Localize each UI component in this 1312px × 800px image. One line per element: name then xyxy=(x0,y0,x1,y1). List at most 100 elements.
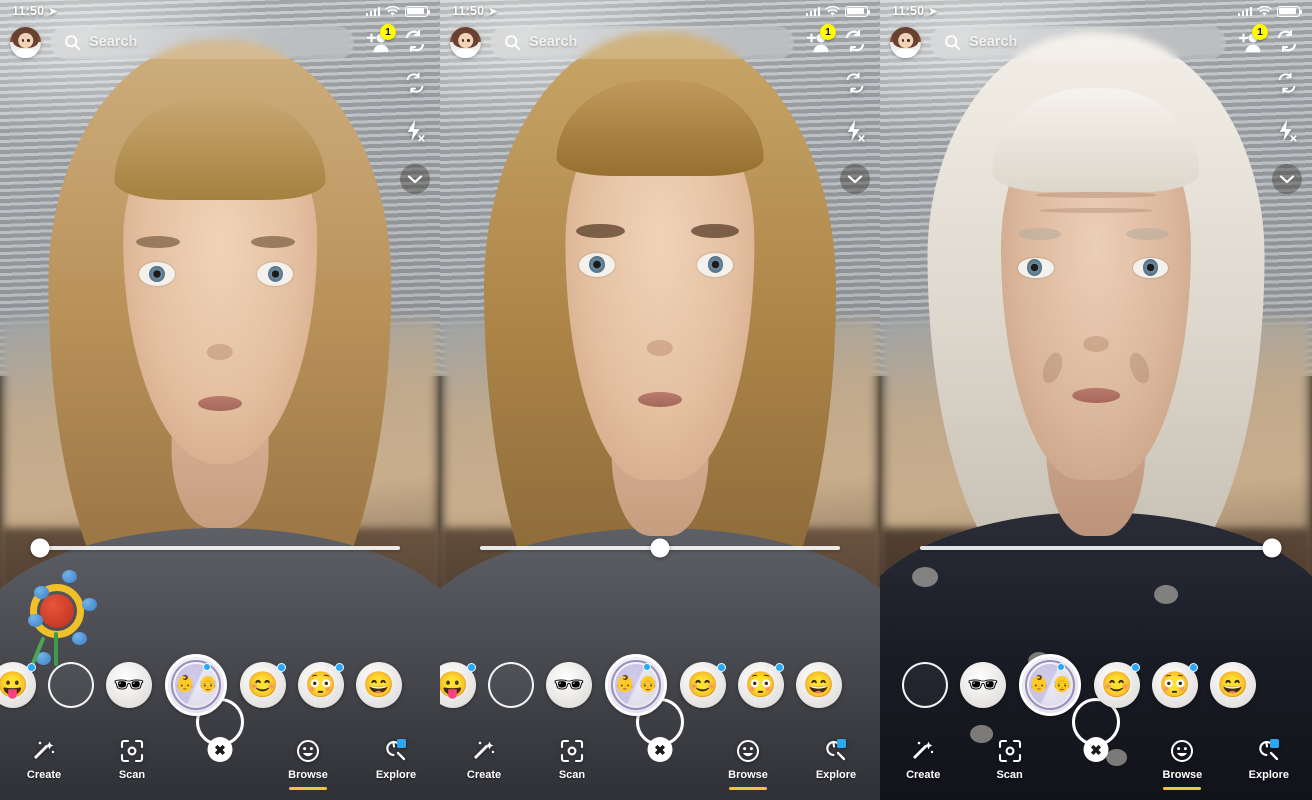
collapse-tools-button[interactable] xyxy=(1272,164,1302,194)
nav-item-explore[interactable]: Explore xyxy=(1226,738,1312,781)
sticker-dot-2 xyxy=(34,586,49,599)
nav-item-create[interactable]: Create xyxy=(440,738,528,781)
nav-item-explore[interactable]: Explore xyxy=(352,738,440,781)
search-input[interactable]: Search xyxy=(490,25,794,59)
lens-happy-face[interactable]: 😄 xyxy=(356,662,402,708)
explore-badge-dot xyxy=(1269,739,1279,748)
flip-camera-button[interactable] xyxy=(402,28,430,56)
flip-camera-button[interactable] xyxy=(1274,28,1302,56)
wifi-icon xyxy=(385,5,400,15)
lens-intensity-slider[interactable] xyxy=(880,536,1312,560)
lens-sunglasses[interactable]: 🕶 xyxy=(106,662,152,708)
slider-thumb[interactable] xyxy=(1262,538,1282,558)
close-lens-button[interactable]: ✖ xyxy=(207,737,233,762)
lens-emoji-faces[interactable]: 😛 xyxy=(440,662,476,708)
lens-none[interactable] xyxy=(488,662,534,708)
lens-intensity-slider[interactable] xyxy=(440,536,880,560)
lens-sunglasses[interactable]: 🕶 xyxy=(546,662,592,708)
nav-item-browse[interactable]: Browse xyxy=(264,738,352,790)
search-placeholder: Search xyxy=(969,34,1018,50)
lens-glyph-young: 👶 xyxy=(1029,676,1049,693)
flash-toggle-button[interactable] xyxy=(400,116,430,146)
close-lens-button[interactable]: ✖ xyxy=(647,737,673,762)
nav-item-browse[interactable]: Browse xyxy=(1139,738,1225,790)
search-input[interactable]: Search xyxy=(50,25,354,59)
nav-label: Scan xyxy=(996,769,1023,781)
search-input[interactable]: Search xyxy=(930,25,1226,59)
avatar[interactable] xyxy=(890,26,921,58)
lens-blush-face[interactable]: 😳 xyxy=(1152,662,1198,708)
new-badge-dot xyxy=(775,663,784,672)
flash-toggle-button[interactable] xyxy=(840,116,870,146)
lens-carousel[interactable]: 😛 🕶 👶 👴 😊 😳 😄 xyxy=(0,648,440,722)
slider-track[interactable] xyxy=(920,538,1282,558)
lens-carousel[interactable]: 😛 🕶 👶 👴 😊 😳 😄 xyxy=(440,648,880,722)
active-tab-underline xyxy=(1163,786,1202,790)
lens-time-machine[interactable]: 👶 👴 xyxy=(165,654,227,716)
nav-label: Scan xyxy=(118,769,146,781)
avatar[interactable] xyxy=(450,26,481,58)
lens-glyph: 😊 xyxy=(687,670,719,699)
add-friend-button[interactable]: 1 xyxy=(1235,24,1268,57)
lens-carousel[interactable]: 🕶 👶 👴 😊 😳 😄 xyxy=(880,648,1312,722)
battery-icon xyxy=(845,5,871,17)
flash-toggle-button[interactable] xyxy=(1272,116,1302,146)
slider-thumb[interactable] xyxy=(30,538,50,558)
lens-baby-face[interactable]: 😊 xyxy=(240,662,286,708)
flash-off-icon xyxy=(1279,119,1297,142)
nav-item-create[interactable]: Create xyxy=(0,738,88,781)
nav-item-scan[interactable]: Scan xyxy=(528,738,616,781)
nav-label: Explore xyxy=(815,769,857,781)
nav-item-scan[interactable]: Scan xyxy=(88,738,176,781)
wifi-icon xyxy=(1257,5,1272,15)
lens-happy-face[interactable]: 😄 xyxy=(1210,662,1256,708)
nav-item-create[interactable]: Create xyxy=(880,738,966,781)
collapse-tools-button[interactable] xyxy=(400,164,430,194)
lens-emoji-faces[interactable]: 😛 xyxy=(0,662,36,708)
lens-happy-face[interactable]: 😄 xyxy=(796,662,842,708)
search-placeholder: Search xyxy=(89,34,138,50)
sticker-center xyxy=(40,594,74,628)
explore-search-icon xyxy=(1257,738,1281,764)
lens-intensity-slider[interactable] xyxy=(0,536,440,560)
top-bar: Search 1 xyxy=(0,22,440,62)
add-friend-badge: 1 xyxy=(1252,24,1268,40)
nav-item-browse[interactable]: Browse xyxy=(704,738,792,790)
lens-glyph: 🕶 xyxy=(113,670,145,699)
nav-label: Create xyxy=(906,769,941,781)
lens-baby-face[interactable]: 😊 xyxy=(680,662,726,708)
lens-time-machine[interactable]: 👶 👴 xyxy=(1019,654,1081,716)
slider-track[interactable] xyxy=(480,538,840,558)
lens-time-machine[interactable]: 👶 👴 xyxy=(605,654,667,716)
flip-camera-tool-button[interactable] xyxy=(400,68,430,98)
magic-wand-icon xyxy=(32,738,56,764)
close-lens-button[interactable]: ✖ xyxy=(1083,737,1109,762)
eyebrow-right xyxy=(250,236,295,248)
lens-baby-face[interactable]: 😊 xyxy=(1094,662,1140,708)
slider-thumb[interactable] xyxy=(650,538,670,558)
add-friend-button[interactable]: 1 xyxy=(803,24,836,57)
wifi-icon xyxy=(825,5,840,15)
lens-glyph-old: 👴 xyxy=(1052,676,1072,693)
add-friend-badge: 1 xyxy=(820,24,836,40)
right-tool-column xyxy=(840,68,870,194)
add-friend-button[interactable]: 1 xyxy=(363,24,396,57)
collapse-tools-button[interactable] xyxy=(840,164,870,194)
lens-blush-face[interactable]: 😳 xyxy=(298,662,344,708)
nav-item-scan[interactable]: Scan xyxy=(966,738,1052,781)
lens-none[interactable] xyxy=(48,662,94,708)
new-badge-dot xyxy=(335,663,344,672)
flip-camera-button[interactable] xyxy=(842,28,870,56)
slider-track[interactable] xyxy=(30,538,400,558)
magic-wand-icon xyxy=(911,738,935,764)
lens-none[interactable] xyxy=(902,662,948,708)
nav-item-explore[interactable]: Explore xyxy=(792,738,880,781)
flip-camera-tool-button[interactable] xyxy=(1272,68,1302,98)
avatar[interactable] xyxy=(10,26,41,58)
flip-camera-tool-button[interactable] xyxy=(840,68,870,98)
lens-sunglasses[interactable]: 🕶 xyxy=(960,662,1006,708)
lens-blush-face[interactable]: 😳 xyxy=(738,662,784,708)
search-placeholder: Search xyxy=(529,34,578,50)
new-badge-dot xyxy=(467,663,476,672)
new-badge-dot xyxy=(1131,663,1140,672)
